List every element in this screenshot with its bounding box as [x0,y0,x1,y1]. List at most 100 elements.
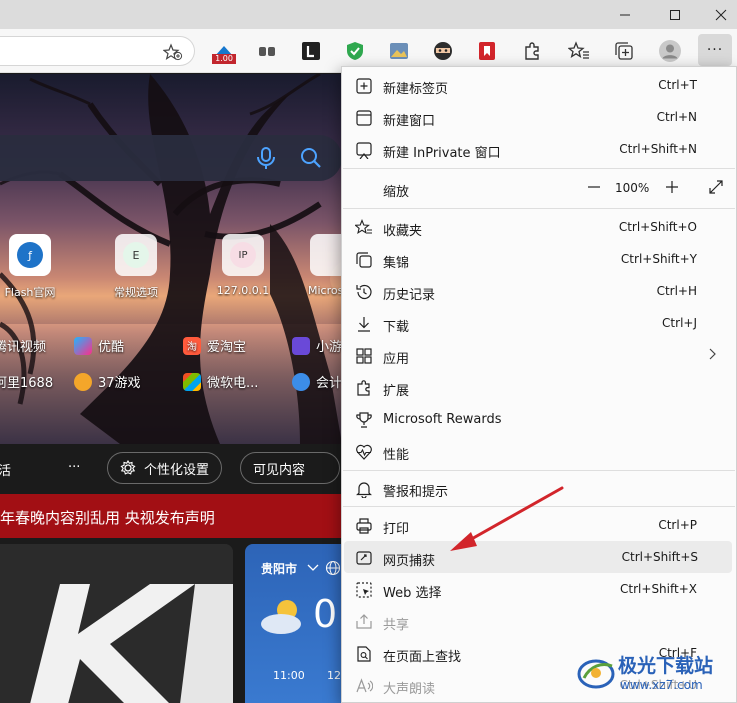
menu-print[interactable]: 打印 Ctrl+P [343,509,733,541]
watermark-url: www.xz7.com [620,678,703,692]
menu-shortcut: Ctrl+N [656,110,697,124]
fullscreen-button[interactable] [705,176,727,198]
tile-label: 127.0.0.1 [216,284,270,297]
accounting-icon [292,372,310,391]
menu-label: 缩放 [383,185,410,200]
menu-label: 扩展 [383,384,410,399]
shield-extension-icon[interactable] [343,39,367,63]
rewards-trophy-icon [356,412,372,428]
inprivate-window-icon [356,142,372,159]
minimize-button[interactable] [602,0,648,29]
search-box[interactable] [0,135,342,181]
menu-new-inprivate[interactable]: 新建 InPrivate 窗口 Ctrl+Shift+N [343,133,733,165]
quicklink-label: 腾讯视频 [0,340,47,355]
quicklink-label: 小游 [316,340,343,355]
quicklink-aitaobao[interactable]: 淘 爱淘宝 [183,336,246,355]
find-in-page-icon [357,646,371,662]
quicklink-label: 优酷 [98,340,125,355]
tile-microsoft[interactable]: Micros [300,234,342,297]
tile-settings[interactable]: E 常规选项 [106,234,166,300]
favorites-icon[interactable] [567,39,591,63]
menu-label: 性能 [383,448,410,463]
visible-content-button[interactable]: 可见内容 [240,452,340,484]
quicklink-ms-store[interactable]: 微软电... [183,372,258,391]
menu-history[interactable]: 历史记录 Ctrl+H [343,275,733,307]
plus-icon [666,181,678,193]
settings-more-button[interactable]: ··· [698,34,732,66]
quicklink-label: 微软电... [207,376,259,391]
quicklink-label: 爱淘宝 [207,340,247,355]
bell-icon [356,482,372,498]
tile-flash[interactable]: ƒ Flash官网 [0,234,60,300]
bookmark-red-extension-icon[interactable] [475,39,499,63]
menu-zoom: 缩放 100% [343,172,733,204]
menu-extensions[interactable]: 扩展 [343,371,733,403]
menu-web-capture[interactable]: 网页捕获 Ctrl+Shift+S [344,541,732,573]
letter-e-icon: E [123,242,149,268]
quicklink-youku[interactable]: 优酷 [74,336,124,355]
weather-city: 贵阳市 [261,562,298,576]
weather-card[interactable]: 贵阳市 0 11:00 12: [245,544,355,703]
image-extension-icon[interactable] [387,39,411,63]
menu-rewards[interactable]: Microsoft Rewards [343,403,733,435]
menu-performance[interactable]: 性能 [343,435,733,467]
ellipsis-icon: ··· [706,42,724,58]
zoom-in-button[interactable] [661,176,683,198]
news-card-image[interactable] [0,544,233,703]
close-icon [715,9,727,20]
zoom-out-button[interactable] [583,176,605,198]
menu-label: 收藏夹 [383,224,423,239]
profile-avatar-icon[interactable] [658,39,682,63]
performance-heart-icon [356,444,372,460]
maximize-icon [670,9,680,20]
menu-new-window[interactable]: 新建窗口 Ctrl+N [343,101,733,133]
microsoft-icon [318,242,342,268]
menu-favorites[interactable]: 收藏夹 Ctrl+Shift+O [343,211,733,243]
chevron-down-icon [307,564,319,571]
menu-alerts[interactable]: 警报和提示 [343,472,733,504]
web-capture-icon [356,551,372,565]
menu-apps[interactable]: 应用 [343,339,733,371]
search-icon[interactable] [300,146,322,173]
menu-collections[interactable]: 集锦 Ctrl+Shift+Y [343,243,733,275]
collections-icon[interactable] [612,39,636,63]
quicklink-accounting[interactable]: 会计 [292,372,342,391]
menu-label: 大声朗读 [383,682,436,697]
nav-more-button[interactable]: ··· [68,460,80,475]
ninja-extension-icon[interactable] [431,39,455,63]
tab-extension-icon[interactable] [255,39,279,63]
close-button[interactable] [698,0,737,29]
quicklink-1688[interactable]: 阿里1688 [0,372,53,391]
menu-separator [343,208,735,209]
menu-shortcut: Ctrl+T [658,78,697,92]
menu-label: 集锦 [383,256,410,271]
quicklink-37games[interactable]: 37游戏 [74,372,141,391]
quicklink-mini-games[interactable]: 小游 [292,336,342,355]
settings-menu: 新建标签页 Ctrl+T 新建窗口 Ctrl+N 新建 InPrivate 窗口… [341,66,737,703]
menu-web-select[interactable]: Web 选择 Ctrl+Shift+X [343,573,733,605]
partly-cloudy-icon [261,600,301,634]
favorite-add-icon[interactable] [162,43,183,64]
read-aloud-icon [356,678,373,693]
screen-extension-icon[interactable]: 1.00 [212,39,236,64]
tile-label: 常规选项 [114,286,158,299]
zoom-value: 100% [615,181,650,195]
quicklink-tencent-video[interactable]: 腾讯视频 [0,336,46,355]
kia-logo-image [0,544,233,703]
watermark: 极光下载站 www.xz7.com [576,648,736,700]
address-bar[interactable] [0,36,195,66]
menu-new-tab[interactable]: 新建标签页 Ctrl+T [343,69,733,101]
menu-shortcut: Ctrl+J [662,316,697,330]
personalize-button[interactable]: 个性化设置 [107,452,223,484]
l-extension-icon[interactable] [299,39,323,63]
microphone-icon[interactable] [255,146,277,173]
minimize-icon [620,14,630,15]
maximize-button[interactable] [652,0,698,29]
minus-icon [588,186,600,188]
puzzle-icon[interactable] [520,39,544,63]
favorites-icon [355,219,372,234]
nav-item[interactable]: 活 [0,460,11,479]
menu-downloads[interactable]: 下载 Ctrl+J [343,307,733,339]
tile-localhost[interactable]: IP 127.0.0.1 [213,234,273,297]
microsoft-store-icon [183,372,201,391]
